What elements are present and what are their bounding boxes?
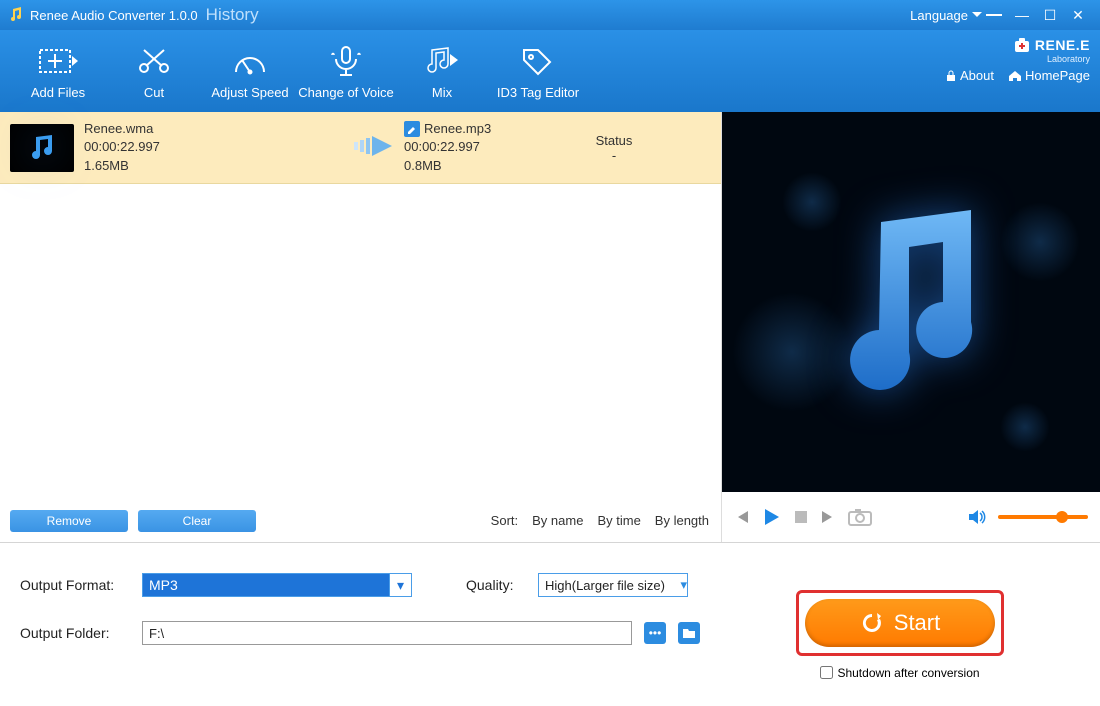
- music-note-icon: [24, 133, 60, 163]
- status-header: Status: [574, 133, 654, 148]
- quality-value: High(Larger file size): [545, 578, 665, 593]
- file-row[interactable]: Renee.wma 00:00:22.997 1.65MB Renee.mp3 …: [0, 112, 721, 184]
- src-duration: 00:00:22.997: [84, 138, 354, 156]
- convert-arrow: [354, 134, 404, 161]
- adjust-speed-button[interactable]: Adjust Speed: [202, 43, 298, 100]
- mix-label: Mix: [394, 85, 490, 100]
- output-format-select[interactable]: MP3 ▾: [142, 573, 412, 597]
- medkit-icon: [1013, 36, 1031, 54]
- start-highlight: Start: [796, 590, 1004, 656]
- output-folder-value: F:\: [149, 626, 164, 641]
- output-format-value: MP3: [149, 577, 178, 593]
- adjust-speed-label: Adjust Speed: [202, 85, 298, 100]
- mix-button[interactable]: Mix: [394, 43, 490, 100]
- sort-by-time[interactable]: By time: [597, 513, 640, 528]
- dst-filesize: 0.8MB: [404, 157, 574, 175]
- output-folder-input[interactable]: F:\: [142, 621, 632, 645]
- dst-filename: Renee.mp3: [424, 120, 491, 138]
- brand-logo: RENE.E: [945, 36, 1090, 54]
- status-value: -: [574, 148, 654, 163]
- edit-icon[interactable]: [404, 121, 420, 137]
- chevron-down-icon: ▾: [680, 577, 687, 593]
- mix-icon: [424, 46, 460, 76]
- src-filesize: 1.65MB: [84, 157, 354, 175]
- snapshot-button[interactable]: [848, 508, 872, 526]
- music-note-large-icon: [821, 202, 1001, 402]
- open-folder-button[interactable]: [678, 622, 700, 644]
- lock-icon: [945, 70, 957, 82]
- start-label: Start: [894, 610, 940, 636]
- language-label: Language: [910, 8, 968, 23]
- microphone-icon: [328, 45, 364, 77]
- start-button[interactable]: Start: [805, 599, 995, 647]
- app-title: Renee Audio Converter 1.0.0: [30, 8, 198, 23]
- play-button[interactable]: [762, 507, 782, 527]
- home-icon: [1008, 70, 1022, 82]
- refresh-icon: [860, 611, 884, 635]
- homepage-link[interactable]: HomePage: [1008, 68, 1090, 83]
- shutdown-checkbox[interactable]: Shutdown after conversion: [820, 666, 979, 680]
- stop-button[interactable]: [794, 510, 808, 524]
- dst-duration: 00:00:22.997: [404, 138, 574, 156]
- folder-icon: [682, 627, 696, 639]
- maximize-button[interactable]: ☐: [1036, 7, 1064, 24]
- add-files-icon: [38, 46, 78, 76]
- cut-button[interactable]: Cut: [106, 43, 202, 100]
- file-list: Renee.wma 00:00:22.997 1.65MB Renee.mp3 …: [0, 112, 722, 542]
- preview-panel: [722, 112, 1100, 542]
- more-folder-button[interactable]: •••: [644, 622, 666, 644]
- id3-editor-label: ID3 Tag Editor: [490, 85, 586, 100]
- output-format-label: Output Format:: [20, 577, 130, 593]
- volume-slider[interactable]: [998, 515, 1088, 519]
- gauge-icon: [232, 46, 268, 76]
- change-voice-label: Change of Voice: [298, 85, 394, 100]
- app-icon: [8, 7, 24, 23]
- close-button[interactable]: ✕: [1064, 7, 1092, 24]
- arrow-right-icon: [354, 134, 398, 158]
- brand-sub: Laboratory: [945, 54, 1090, 64]
- clear-button[interactable]: Clear: [138, 510, 256, 532]
- scissors-icon: [136, 46, 172, 76]
- tag-icon: [520, 46, 556, 76]
- chevron-down-icon: [972, 12, 982, 18]
- change-voice-button[interactable]: Change of Voice: [298, 43, 394, 100]
- add-files-label: Add Files: [10, 85, 106, 100]
- bottom-panel: Output Format: MP3 ▾ Quality: High(Large…: [0, 542, 1100, 706]
- chevron-down-icon: ▾: [389, 574, 411, 596]
- id3-editor-button[interactable]: ID3 Tag Editor: [490, 43, 586, 100]
- file-thumbnail: [10, 124, 74, 172]
- output-folder-label: Output Folder:: [20, 625, 130, 641]
- preview-image: [722, 112, 1100, 492]
- shutdown-checkbox-input[interactable]: [820, 666, 833, 679]
- next-button[interactable]: [820, 509, 836, 525]
- content-area: Renee.wma 00:00:22.997 1.65MB Renee.mp3 …: [0, 112, 1100, 542]
- add-files-button[interactable]: Add Files: [10, 43, 106, 100]
- language-menu[interactable]: Language: [904, 8, 1008, 23]
- title-bar: Renee Audio Converter 1.0.0 History Lang…: [0, 0, 1100, 30]
- sort-label: Sort:: [491, 513, 518, 528]
- main-toolbar: Add Files Cut Adjust Speed Change of Voi…: [0, 30, 1100, 112]
- quality-label: Quality:: [466, 577, 526, 593]
- quality-select[interactable]: High(Larger file size) ▾: [538, 573, 688, 597]
- language-underline-icon: [986, 14, 1002, 17]
- volume-icon[interactable]: [968, 509, 986, 525]
- player-controls: [722, 492, 1100, 542]
- minimize-button[interactable]: —: [1008, 7, 1036, 23]
- sort-by-length[interactable]: By length: [655, 513, 709, 528]
- cut-label: Cut: [106, 85, 202, 100]
- prev-button[interactable]: [734, 509, 750, 525]
- remove-button[interactable]: Remove: [10, 510, 128, 532]
- about-link[interactable]: About: [945, 68, 994, 83]
- shutdown-label: Shutdown after conversion: [837, 666, 979, 680]
- sort-by-name[interactable]: By name: [532, 513, 583, 528]
- src-filename: Renee.wma: [84, 120, 354, 138]
- history-link[interactable]: History: [206, 5, 259, 25]
